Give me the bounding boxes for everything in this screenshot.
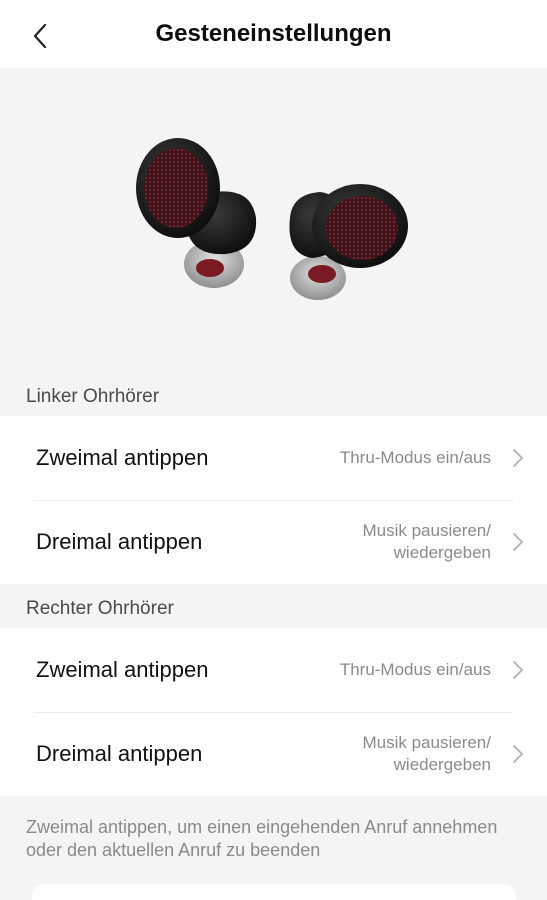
section-label-right: Rechter Ohrhörer <box>26 598 174 619</box>
right-gesture-card: Zweimal antippen Thru-Modus ein/aus Drei… <box>0 628 547 796</box>
page-title: Gesteneinstellungen <box>155 20 392 47</box>
left-earbud <box>136 138 257 288</box>
row-value-line1: Thru-Modus ein/aus <box>339 448 491 467</box>
row-label: Zweimal antippen <box>36 445 209 470</box>
top-bar: Gesteneinstellungen <box>0 0 547 68</box>
row-value: Musik pausieren/ wiedergeben <box>231 500 491 584</box>
row-value: Thru-Modus ein/aus <box>231 416 491 500</box>
section-label-left: Linker Ohrhörer <box>26 386 160 407</box>
row-label: Zweimal antippen <box>36 657 209 682</box>
left-triple-tap-row[interactable]: Dreimal antippen Musik pausieren/ wieder… <box>0 500 547 584</box>
row-label: Dreimal antippen <box>36 529 203 554</box>
chevron-right-icon <box>513 661 523 679</box>
chevron-right-icon <box>513 449 523 467</box>
row-label: Dreimal antippen <box>36 741 203 766</box>
row-value: Musik pausieren/ wiedergeben <box>231 712 491 796</box>
right-earbud <box>289 184 408 300</box>
row-value-line1: Musik pausieren/ <box>362 733 491 752</box>
right-triple-tap-row[interactable]: Dreimal antippen Musik pausieren/ wieder… <box>0 712 547 796</box>
row-value-line1: Musik pausieren/ <box>362 521 491 540</box>
left-double-tap-row[interactable]: Zweimal antippen Thru-Modus ein/aus <box>0 416 547 500</box>
row-value-line2: wiedergeben <box>393 755 491 774</box>
row-value-line2: wiedergeben <box>393 543 491 562</box>
bottom-card <box>32 884 516 900</box>
row-value-line1: Thru-Modus ein/aus <box>339 660 491 679</box>
earbuds-hero <box>0 68 547 380</box>
left-gesture-card: Zweimal antippen Thru-Modus ein/aus Drei… <box>0 416 547 584</box>
gesture-footnote: Zweimal antippen, um einen eingehenden A… <box>26 817 498 860</box>
chevron-right-icon <box>513 533 523 551</box>
earbuds-product-image <box>136 138 408 300</box>
chevron-right-icon <box>513 745 523 763</box>
row-value: Thru-Modus ein/aus <box>231 628 491 712</box>
right-double-tap-row[interactable]: Zweimal antippen Thru-Modus ein/aus <box>0 628 547 712</box>
